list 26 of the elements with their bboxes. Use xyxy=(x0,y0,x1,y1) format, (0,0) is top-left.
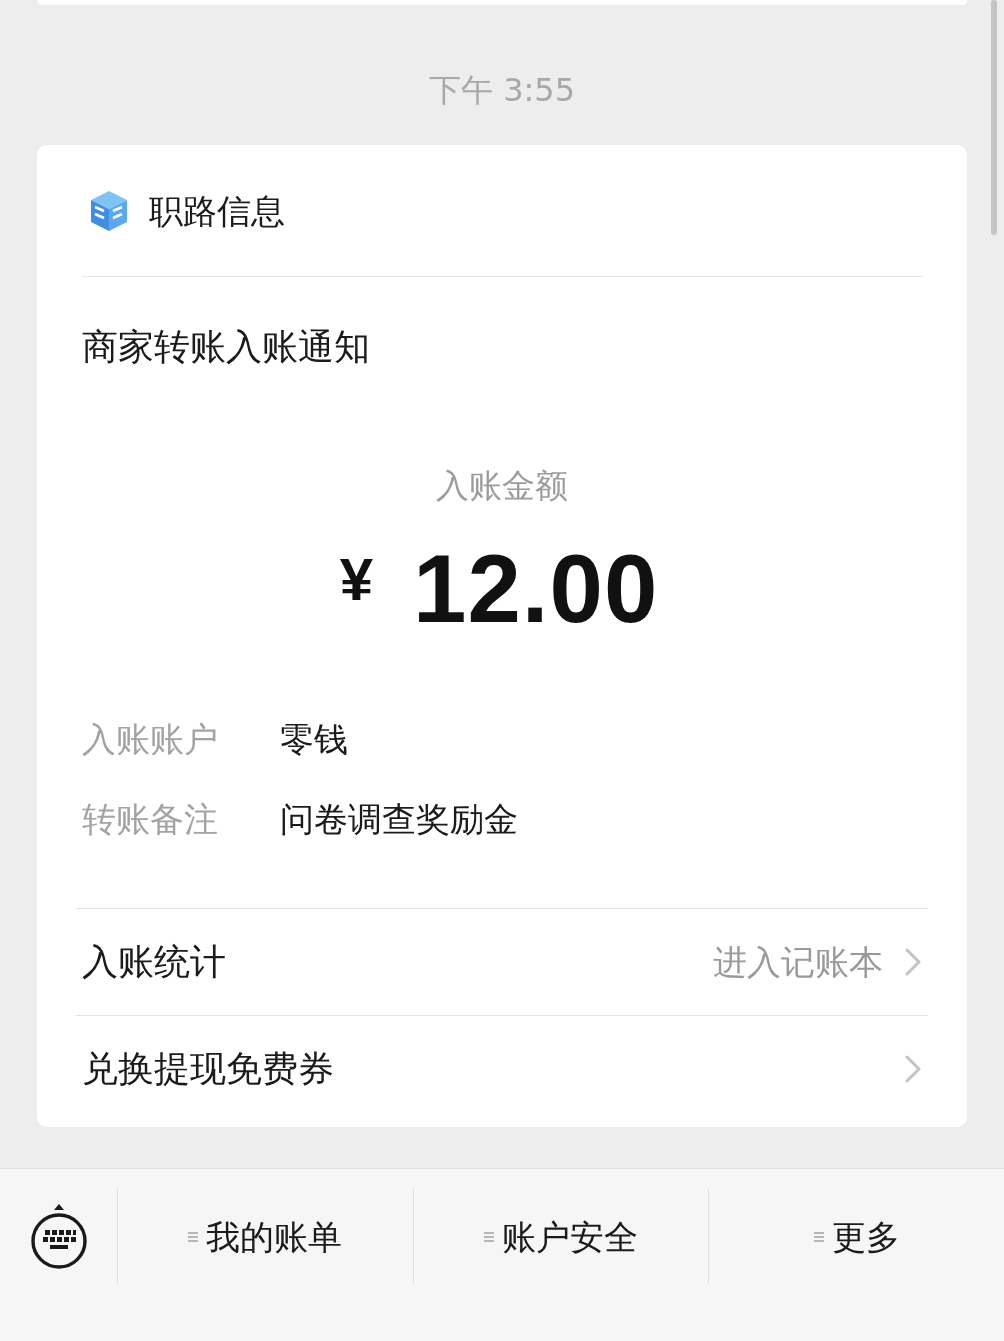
keyboard-icon[interactable] xyxy=(28,1202,89,1271)
scrollbar-thumb[interactable] xyxy=(991,0,997,235)
link-label: 兑换提现免费券 xyxy=(82,1047,334,1091)
account-name: 职路信息 xyxy=(149,189,285,233)
amount-value: 12.00 xyxy=(413,534,659,644)
currency-symbol: ¥ xyxy=(339,547,374,613)
chevron-right-icon xyxy=(905,1055,921,1083)
cube-logo-icon xyxy=(89,188,129,233)
menu-item[interactable]: 更多 xyxy=(805,1208,908,1265)
link-row[interactable]: 入账统计 进入记账本 xyxy=(37,909,967,1015)
link-row[interactable]: 兑换提现免费券 xyxy=(37,1016,967,1122)
detail-label: 入账账户 xyxy=(82,718,219,761)
menu-icon xyxy=(188,1231,199,1242)
link-hint: 进入记账本 xyxy=(713,941,883,984)
menu-item[interactable]: 账户安全 xyxy=(476,1208,646,1265)
menu-icon xyxy=(484,1231,494,1242)
timestamp: 下午 3:55 xyxy=(429,71,575,109)
detail-value: 问卷调查奖励金 xyxy=(280,798,518,841)
menu-icon xyxy=(813,1231,824,1242)
notification-title: 商家转账入账通知 xyxy=(82,325,370,369)
detail-value: 零钱 xyxy=(280,718,348,761)
link-label: 入账统计 xyxy=(82,940,226,984)
chevron-right-icon xyxy=(905,948,921,976)
menu-item[interactable]: 我的账单 xyxy=(180,1208,351,1265)
detail-label: 转账备注 xyxy=(82,798,219,841)
amount-label: 入账金额 xyxy=(436,465,568,507)
